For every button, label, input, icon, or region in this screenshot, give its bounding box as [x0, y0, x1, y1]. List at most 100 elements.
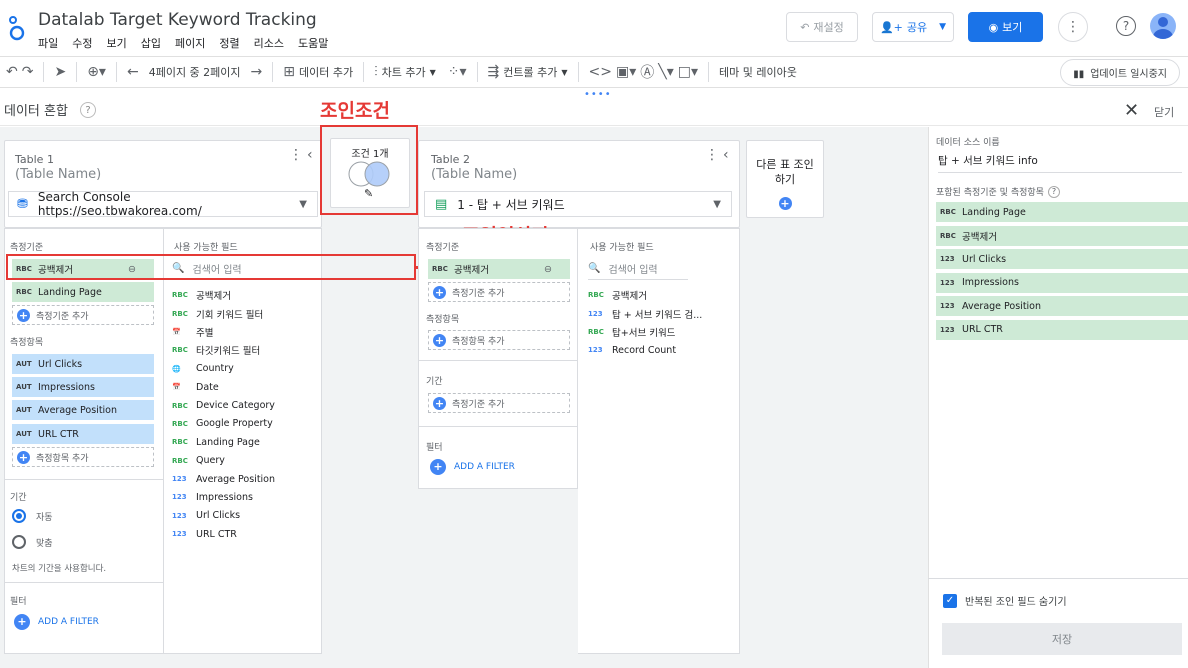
share-button[interactable]: 👤+ 공유 ▼	[872, 12, 954, 42]
date-custom-radio[interactable]: 맞춤	[12, 535, 53, 549]
field-item[interactable]: 123 Impressions	[172, 488, 318, 506]
chevron-left-icon[interactable]: ‹	[723, 147, 729, 163]
available-fields-header: 사용 가능한 필드	[590, 243, 654, 253]
field-item[interactable]: RBC 탑+서브 키워드	[588, 323, 736, 341]
add-dimension-button[interactable]: + 측정기준 추가	[428, 282, 570, 302]
dimension-chip[interactable]: RBC Landing Page	[12, 282, 154, 302]
field-item[interactable]: 123 Average Position	[172, 470, 318, 488]
theme-layout-button[interactable]: 테마 및 레이아웃	[713, 64, 803, 80]
field-item[interactable]: 123 URL CTR	[172, 525, 318, 543]
report-title[interactable]: Datalab Target Keyword Tracking	[38, 10, 317, 30]
table1-name[interactable]: (Table Name)	[15, 167, 101, 182]
next-page-icon[interactable]: →	[251, 64, 263, 80]
field-item[interactable]: RBC 공백제거	[588, 286, 736, 304]
pause-updates-button[interactable]: ▮▮ 업데이트 일시중지	[1060, 58, 1180, 86]
included-field-chip[interactable]: 123 Url Clicks	[936, 249, 1188, 269]
field-item[interactable]: 123 Record Count	[588, 341, 736, 359]
more-options-icon[interactable]: ⋮	[705, 147, 719, 163]
field-item[interactable]: RBC Google Property	[172, 415, 318, 433]
included-field-chip[interactable]: 123 Impressions	[936, 272, 1188, 293]
help-icon[interactable]: ?	[80, 102, 96, 118]
metric-chip[interactable]: AUT Url Clicks	[12, 354, 154, 374]
field-item[interactable]: 📅 주별	[172, 323, 318, 341]
metric-chip[interactable]: AUT Average Position	[12, 400, 154, 420]
metric-chip[interactable]: AUT URL CTR	[12, 424, 154, 444]
more-options-icon[interactable]: ⋮	[1058, 12, 1088, 42]
blend-header	[0, 90, 1188, 126]
join-condition-button[interactable]: 조건 1개 ✎	[330, 138, 410, 208]
menu-help[interactable]: 도움말	[298, 35, 328, 51]
embed-code-icon[interactable]: <>	[589, 64, 612, 80]
search-input[interactable]: 🔍 검색어 입력	[588, 258, 688, 280]
included-field-chip[interactable]: RBC Landing Page	[936, 202, 1188, 222]
field-item[interactable]: RBC Device Category	[172, 396, 318, 414]
select-cursor-icon[interactable]: ➤	[54, 64, 66, 80]
view-button[interactable]: ◉ 보기	[968, 12, 1043, 42]
included-field-chip[interactable]: 123 URL CTR	[936, 319, 1188, 340]
reset-button[interactable]: ↶ 재설정	[786, 12, 858, 42]
metric-chip[interactable]: AUT Impressions	[12, 377, 154, 397]
save-button[interactable]: 저장	[942, 623, 1182, 655]
field-item[interactable]: RBC Landing Page	[172, 433, 318, 451]
edit-pencil-icon[interactable]: ✎	[364, 187, 373, 200]
field-type-icon: RBC	[172, 309, 188, 318]
field-item[interactable]: 🌐 Country	[172, 360, 318, 378]
field-item[interactable]: 📅 Date	[172, 378, 318, 396]
menu-file[interactable]: 파일	[38, 35, 58, 51]
table1-source-select[interactable]: ⛃ Search Console https://seo.tbwakorea.c…	[8, 190, 318, 218]
join-another-table-button[interactable]: 다른 표 조인 하기 +	[746, 140, 824, 218]
add-filter-button[interactable]: + ADD A FILTER	[14, 614, 99, 630]
menu-arrange[interactable]: 정렬	[219, 35, 239, 51]
chevron-left-icon[interactable]: ‹	[307, 147, 313, 163]
dropdown-arrow-icon: ▼	[299, 198, 307, 210]
table2-name[interactable]: (Table Name)	[431, 167, 517, 182]
more-options-icon[interactable]: ⋮	[289, 147, 303, 163]
add-data-button[interactable]: ⊞ 데이터 추가	[277, 64, 359, 80]
add-filter-button[interactable]: + ADD A FILTER	[430, 459, 515, 475]
chevron-down-icon[interactable]: ▼	[939, 22, 946, 32]
menu-insert[interactable]: 삽입	[141, 35, 161, 51]
add-date-button[interactable]: + 측정기준 추가	[428, 393, 570, 413]
included-field-chip[interactable]: RBC 공백제거	[936, 225, 1188, 246]
date-auto-radio[interactable]: 자동	[12, 509, 53, 523]
radio-unchecked-icon	[12, 535, 26, 549]
field-item[interactable]: RBC 기회 키워드 필터	[172, 304, 318, 322]
community-viz-icon[interactable]: ⁘▾	[448, 64, 467, 80]
add-dimension-button[interactable]: + 측정기준 추가	[12, 305, 154, 325]
dimension-chip[interactable]: RBC 공백제거 ⊖	[428, 259, 570, 279]
radio-checked-icon	[12, 509, 26, 523]
shape-icon[interactable]: □▾	[678, 64, 698, 80]
add-control-button[interactable]: ⇶ 컨트롤 추가 ▼	[482, 64, 574, 80]
add-chart-button[interactable]: ⫶ 차트 추가 ▼	[368, 64, 442, 80]
menu-resource[interactable]: 리소스	[254, 35, 284, 51]
menu-edit[interactable]: 수정	[72, 35, 92, 51]
help-icon[interactable]: ?	[1116, 16, 1136, 36]
field-item[interactable]: RBC Query	[172, 452, 318, 470]
source-name-input[interactable]: 탑 + 서브 키워드 info	[938, 153, 1182, 173]
help-icon[interactable]: ?	[1047, 185, 1060, 198]
close-icon[interactable]: ✕	[1124, 100, 1139, 121]
redo-icon[interactable]: ↷	[22, 64, 34, 80]
undo-icon[interactable]: ↶	[6, 64, 18, 80]
menu-page[interactable]: 페이지	[175, 35, 205, 51]
avatar[interactable]	[1150, 13, 1176, 39]
included-field-chip[interactable]: 123 Average Position	[936, 296, 1188, 316]
add-metric-button[interactable]: + 측정항목 추가	[428, 330, 570, 350]
add-chart-icon: ⫶	[374, 64, 378, 80]
prev-page-icon[interactable]: ←	[127, 64, 139, 80]
zoom-icon[interactable]: ⊕▾	[87, 64, 106, 80]
text-icon[interactable]: Ⓐ	[640, 62, 654, 82]
field-item[interactable]: RBC 공백제거	[172, 286, 318, 304]
field-item[interactable]: RBC 타깃키워드 필터	[172, 341, 318, 359]
field-type-icon: RBC	[172, 401, 188, 410]
image-icon[interactable]: ▣▾	[616, 64, 636, 80]
field-name: Landing Page	[196, 436, 260, 448]
menu-view[interactable]: 보기	[107, 35, 127, 51]
line-icon[interactable]: ╲▾	[658, 64, 673, 80]
close-label[interactable]: 닫기	[1154, 104, 1174, 120]
table2-source-select[interactable]: ▤ 1 - 탑 + 서브 키워드 ▼	[424, 191, 732, 217]
add-metric-button[interactable]: + 측정항목 추가	[12, 447, 154, 467]
hide-repeated-checkbox[interactable]: ✓ 반복된 조인 필드 숨기기	[943, 593, 1067, 608]
field-item[interactable]: 123 Url Clicks	[172, 507, 318, 525]
field-item[interactable]: 123 탑 + 서브 키워드 검...	[588, 304, 736, 322]
